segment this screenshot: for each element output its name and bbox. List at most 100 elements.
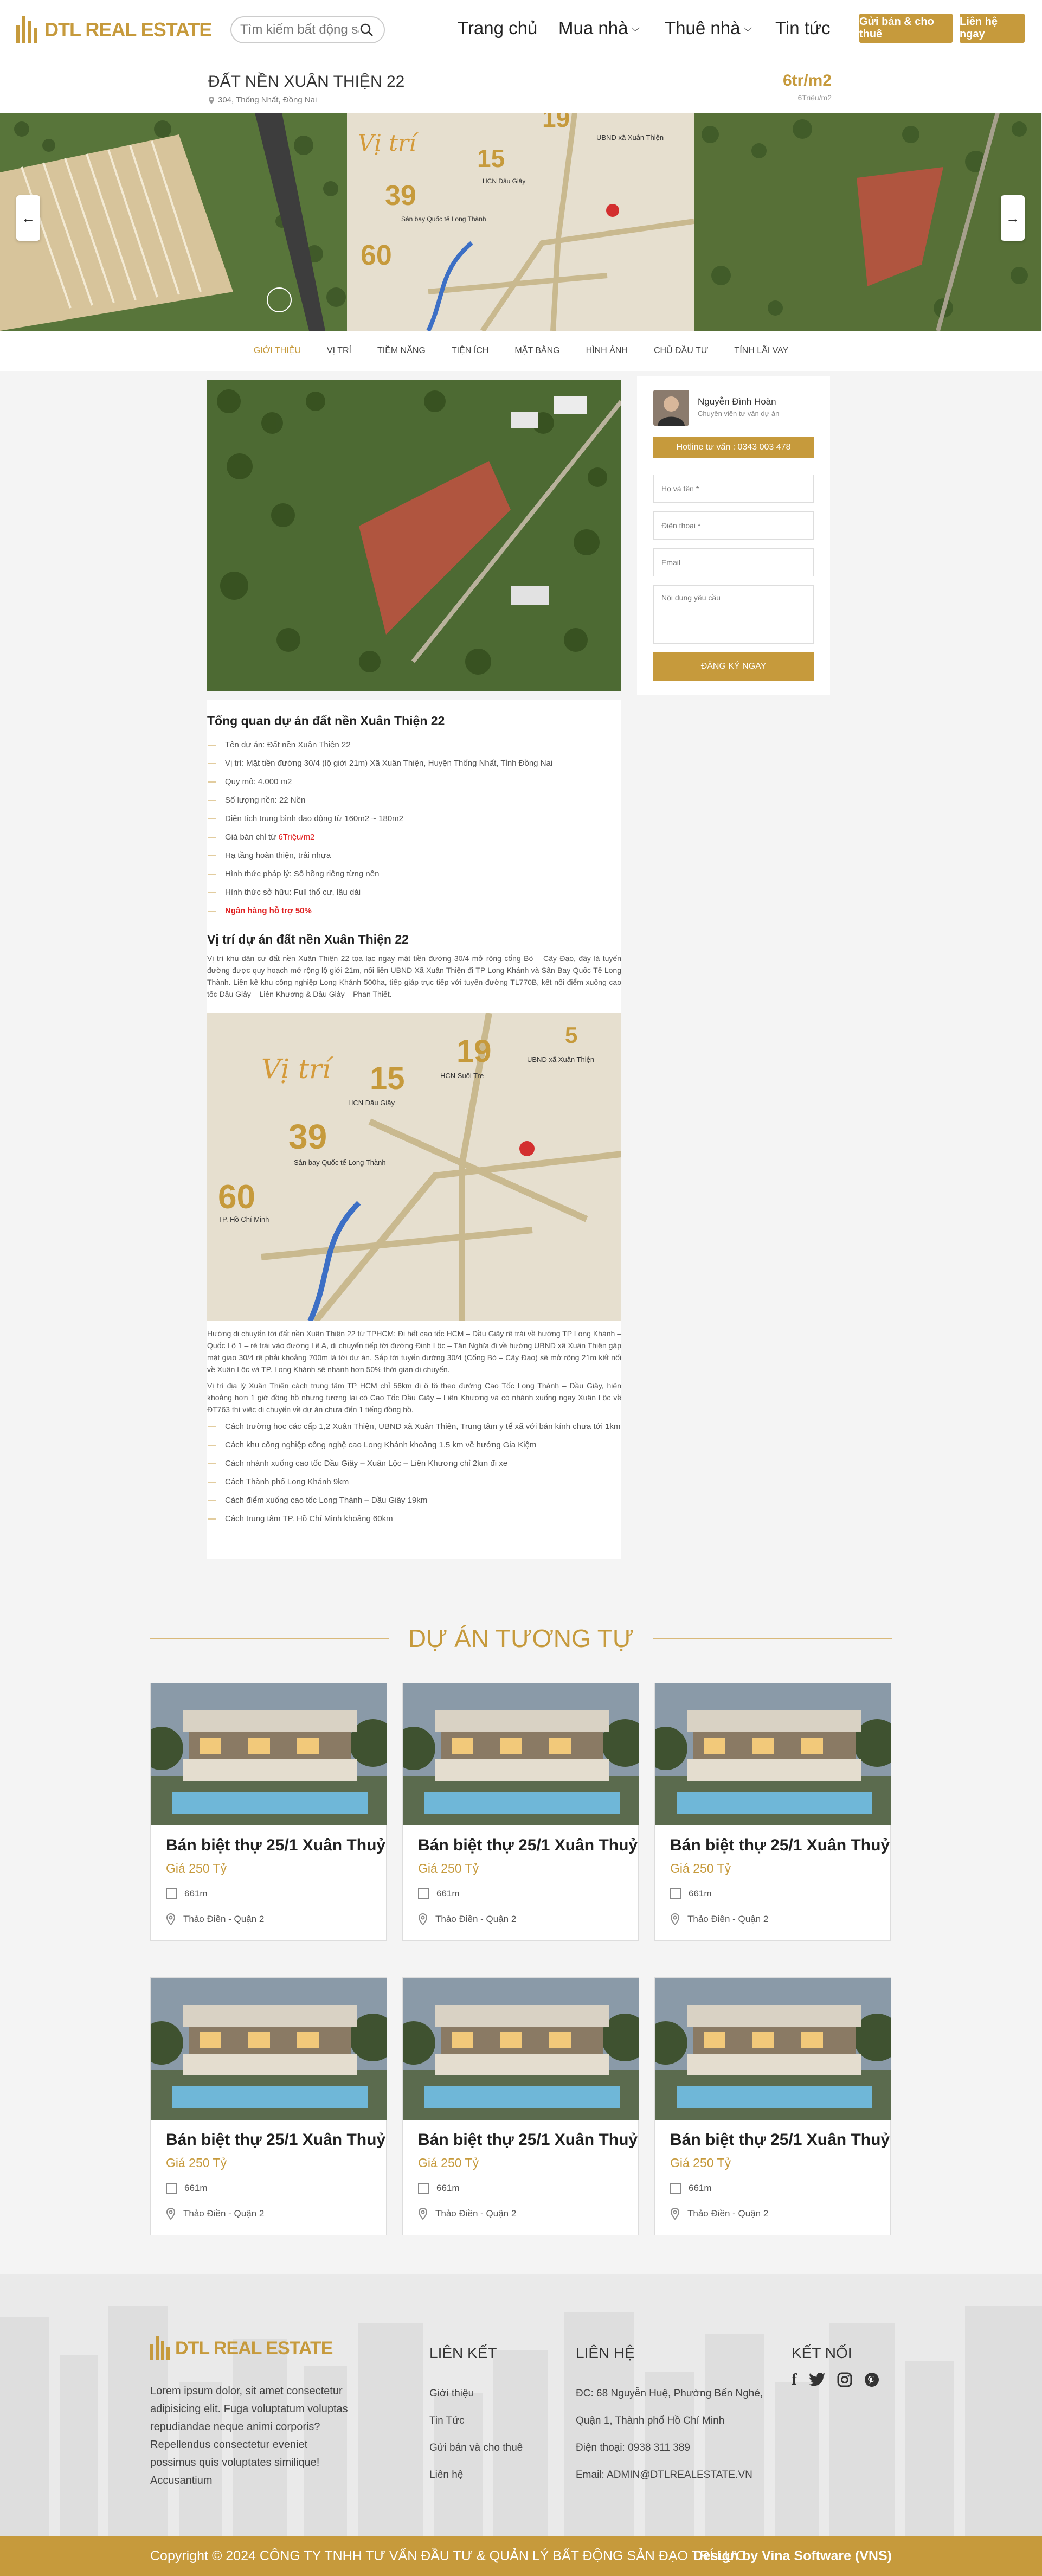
project-card-location-text: Thảo Điền - Quận 2 — [687, 2208, 769, 2219]
gallery-image-aerial[interactable] — [694, 113, 1041, 331]
tab-floorplan[interactable]: MẶT BẰNG — [514, 346, 559, 356]
footer-email[interactable]: Email: ADMIN@DTLREALESTATE.VN — [576, 2469, 752, 2481]
project-card-title[interactable]: Bán biệt thự 25/1 Xuân Thuỷ — [670, 1836, 890, 1855]
message-field[interactable] — [653, 585, 814, 644]
project-price-unit: 6Triệu/m2 — [797, 93, 832, 102]
list-item-text: Tên dự án: Đất nền Xuân Thiện 22 — [225, 740, 351, 749]
logo-icon — [16, 16, 39, 43]
svg-text:HCN Dầu Giây: HCN Dầu Giây — [483, 177, 525, 185]
facebook-icon[interactable]: f — [792, 2370, 797, 2389]
price-label: Giá bán chỉ từ — [225, 832, 276, 842]
project-card[interactable]: Bán biệt thự 25/1 Xuân Thuỷ Giá 250 Tỷ 661… — [150, 1977, 387, 2235]
footer-link-about[interactable]: Giới thiệu — [429, 2388, 474, 2400]
project-title: ĐẤT NỀN XUÂN THIỆN 22 — [208, 73, 405, 91]
social-links: f — [792, 2370, 879, 2389]
similar-projects-header: DỰ ÁN TƯƠNG TỰ — [150, 1622, 892, 1654]
project-card-image[interactable] — [655, 1978, 891, 2120]
tab-developer[interactable]: CHỦ ĐẦU TƯ — [654, 346, 708, 356]
project-card-title[interactable]: Bán biệt thự 25/1 Xuân Thuỷ — [418, 2131, 638, 2149]
list-item: — Số lượng nền: 22 Nền — [207, 791, 621, 810]
list-item-text: Cách khu công nghiệp công nghệ cao Long … — [225, 1440, 537, 1450]
gallery-image-plots[interactable] — [0, 113, 347, 331]
email-field[interactable] — [653, 548, 814, 576]
nav-buy[interactable]: Mua nhà ⌵ — [558, 18, 640, 39]
project-card-area: 661m — [670, 2183, 712, 2194]
list-item: — Diện tích trung bình dao động từ 160m2 … — [207, 810, 621, 828]
nav-rent[interactable]: Thuê nhà ⌵ — [665, 18, 752, 39]
consultant-name: Nguyễn Đình Hoàn — [698, 396, 776, 407]
register-button[interactable]: ĐĂNG KÝ NGAY — [653, 652, 814, 681]
list-item-text: Cách điểm xuống cao tốc Long Thành – Dầu… — [225, 1496, 428, 1505]
project-card-area: 661m — [166, 2183, 208, 2194]
map-num: 19 — [542, 113, 570, 132]
nav-home[interactable]: Trang chủ — [458, 18, 537, 39]
list-item: — Tên dự án: Đất nền Xuân Thiện 22 — [207, 736, 621, 754]
tab-location[interactable]: VỊ TRÍ — [327, 346, 351, 356]
footer-link-contact[interactable]: Liên hệ — [429, 2469, 463, 2481]
search-box[interactable] — [230, 16, 385, 43]
footer-link-post[interactable]: Gửi bán và cho thuê — [429, 2442, 523, 2454]
image-gallery[interactable]: Vị trí 19 15 39 60 UBND xã Xuân Thiện HC… — [0, 113, 1042, 331]
project-card[interactable]: Bán biệt thự 25/1 Xuân Thuỷ Giá 250 Tỷ 661… — [402, 1977, 639, 2235]
project-card-image[interactable] — [655, 1683, 891, 1825]
contact-now-button[interactable]: Liên hệ ngay — [960, 14, 1025, 43]
area-icon — [418, 1888, 429, 1899]
svg-text:Sân bay Quốc tế Long Thành: Sân bay Quốc tế Long Thành — [401, 215, 486, 223]
project-card-area: 661m — [418, 2183, 460, 2194]
project-card-title[interactable]: Bán biệt thự 25/1 Xuân Thuỷ — [670, 2131, 890, 2149]
footer-about: Lorem ipsum dolor, sit amet consectetur … — [150, 2385, 348, 2487]
site-logo[interactable]: DTL REAL ESTATE — [16, 16, 212, 43]
footer-link-news[interactable]: Tin Tức — [429, 2415, 464, 2427]
project-card[interactable]: Bán biệt thự 25/1 Xuân Thuỷ Giá 250 Tỷ 661… — [402, 1683, 639, 1941]
project-address: 304, Thống Nhất, Đồng Nai — [208, 95, 317, 105]
gallery-prev-button[interactable]: ← — [16, 195, 40, 241]
svg-text:5: 5 — [565, 1022, 577, 1048]
tab-images[interactable]: HÌNH ẢNH — [586, 346, 628, 356]
nav-rent-label: Thuê nhà — [665, 18, 741, 38]
footer-phone[interactable]: Điện thoại: 0938 311 389 — [576, 2442, 690, 2454]
tab-loan[interactable]: TÍNH LÃI VAY — [734, 346, 788, 356]
similar-projects-title: DỰ ÁN TƯƠNG TỰ — [408, 1624, 634, 1652]
pinterest-icon[interactable] — [864, 2372, 879, 2387]
footer-links-title: LIÊN KẾT — [429, 2344, 497, 2361]
footer-logo-text: DTL REAL ESTATE — [175, 2337, 333, 2359]
tab-intro[interactable]: GIỚI THIỆU — [254, 346, 301, 356]
project-card-title[interactable]: Bán biệt thự 25/1 Xuân Thuỷ — [166, 1836, 385, 1855]
search-icon[interactable] — [359, 23, 374, 37]
project-card-image[interactable] — [403, 1978, 639, 2120]
arrow-right-icon: → — [1006, 209, 1020, 226]
project-card-title[interactable]: Bán biệt thự 25/1 Xuân Thuỷ — [418, 1836, 638, 1855]
post-listing-button[interactable]: Gửi bán & cho thuê — [859, 14, 953, 43]
gallery-image-map[interactable]: Vị trí 19 15 39 60 UBND xã Xuân Thiện HC… — [347, 113, 694, 331]
project-card-image[interactable] — [151, 1683, 387, 1825]
tab-potential[interactable]: TIỀM NĂNG — [377, 346, 426, 356]
nav-home-label: Trang chủ — [458, 18, 538, 38]
project-card[interactable]: Bán biệt thự 25/1 Xuân Thuỷ Giá 250 Tỷ 661… — [150, 1683, 387, 1941]
project-card-title[interactable]: Bán biệt thự 25/1 Xuân Thuỷ — [166, 2131, 385, 2149]
instagram-icon[interactable] — [837, 2372, 852, 2387]
project-card-location: Thảo Điền - Quận 2 — [670, 1913, 768, 1925]
hotline-button[interactable]: Hotline tư vấn : 0343 003 478 — [653, 437, 814, 458]
contact-sidebar: Nguyễn Đình Hoàn Chuyên viên tư vấn dự á… — [637, 376, 830, 695]
map-pin-icon — [166, 1913, 176, 1925]
search-input[interactable] — [240, 22, 359, 37]
design-credit[interactable]: Design by Vina Software (VNS) — [693, 2548, 892, 2564]
list-item: — Cách khu công nghiệp công nghệ cao Long… — [207, 1436, 621, 1454]
gallery-next-button[interactable]: → — [1001, 195, 1025, 241]
phone-field[interactable] — [653, 511, 814, 540]
area-icon — [418, 2183, 429, 2194]
copyright-bar: Copyright © 2024 CÔNG TY TNHH TƯ VẤN ĐẦU… — [0, 2536, 1042, 2576]
project-card-image[interactable] — [151, 1978, 387, 2120]
overview-heading: Tổng quan dự án đất nền Xuân Thiện 22 — [207, 714, 445, 728]
project-card-location: Thảo Điền - Quận 2 — [418, 1913, 516, 1925]
project-card-location: Thảo Điền - Quận 2 — [670, 2208, 768, 2220]
twitter-icon[interactable] — [809, 2373, 825, 2387]
tab-amenities[interactable]: TIỆN ÍCH — [452, 346, 488, 356]
logo-icon — [150, 2336, 170, 2360]
project-card[interactable]: Bán biệt thự 25/1 Xuân Thuỷ Giá 250 Tỷ 661… — [654, 1977, 891, 2235]
project-card[interactable]: Bán biệt thự 25/1 Xuân Thuỷ Giá 250 Tỷ 661… — [654, 1683, 891, 1941]
project-card-image[interactable] — [403, 1683, 639, 1825]
name-field[interactable] — [653, 475, 814, 503]
footer-logo[interactable]: DTL REAL ESTATE — [150, 2336, 333, 2360]
nav-news[interactable]: Tin tức — [775, 18, 831, 39]
